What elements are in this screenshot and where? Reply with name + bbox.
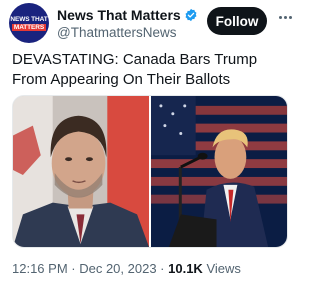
views-label: Views — [202, 261, 241, 276]
tweet-text: DEVASTATING: Canada Bars Trump From Appe… — [12, 51, 258, 88]
tweet-date[interactable]: Dec 20, 2023 — [79, 261, 156, 276]
avatar[interactable]: NEWS THAT MATTERS — [9, 3, 49, 43]
verified-badge-icon — [184, 8, 198, 22]
follow-button[interactable]: Follow — [207, 7, 267, 35]
meta-separator: · — [67, 261, 80, 276]
display-name[interactable]: News That Matters — [57, 7, 181, 23]
display-name-row[interactable]: News That Matters — [57, 7, 198, 23]
media-image-left[interactable] — [13, 96, 149, 247]
handle[interactable]: @ThatmattersNews — [57, 25, 176, 41]
tweet-time[interactable]: 12:16 PM — [12, 261, 68, 276]
views-count: 10.1K — [168, 261, 203, 276]
avatar-text-line1: NEWS THAT — [10, 15, 48, 23]
media-image-right[interactable] — [151, 96, 287, 247]
tweet: NEWS THAT MATTERS News That Matters @Tha… — [0, 0, 300, 290]
media-grid — [12, 95, 288, 248]
tweet-meta: 12:16 PM · Dec 20, 2023 · 10.1K Views — [12, 261, 241, 277]
avatar-text-line2: MATTERS — [11, 23, 47, 31]
meta-separator: · — [156, 261, 169, 276]
more-icon[interactable] — [275, 7, 295, 27]
